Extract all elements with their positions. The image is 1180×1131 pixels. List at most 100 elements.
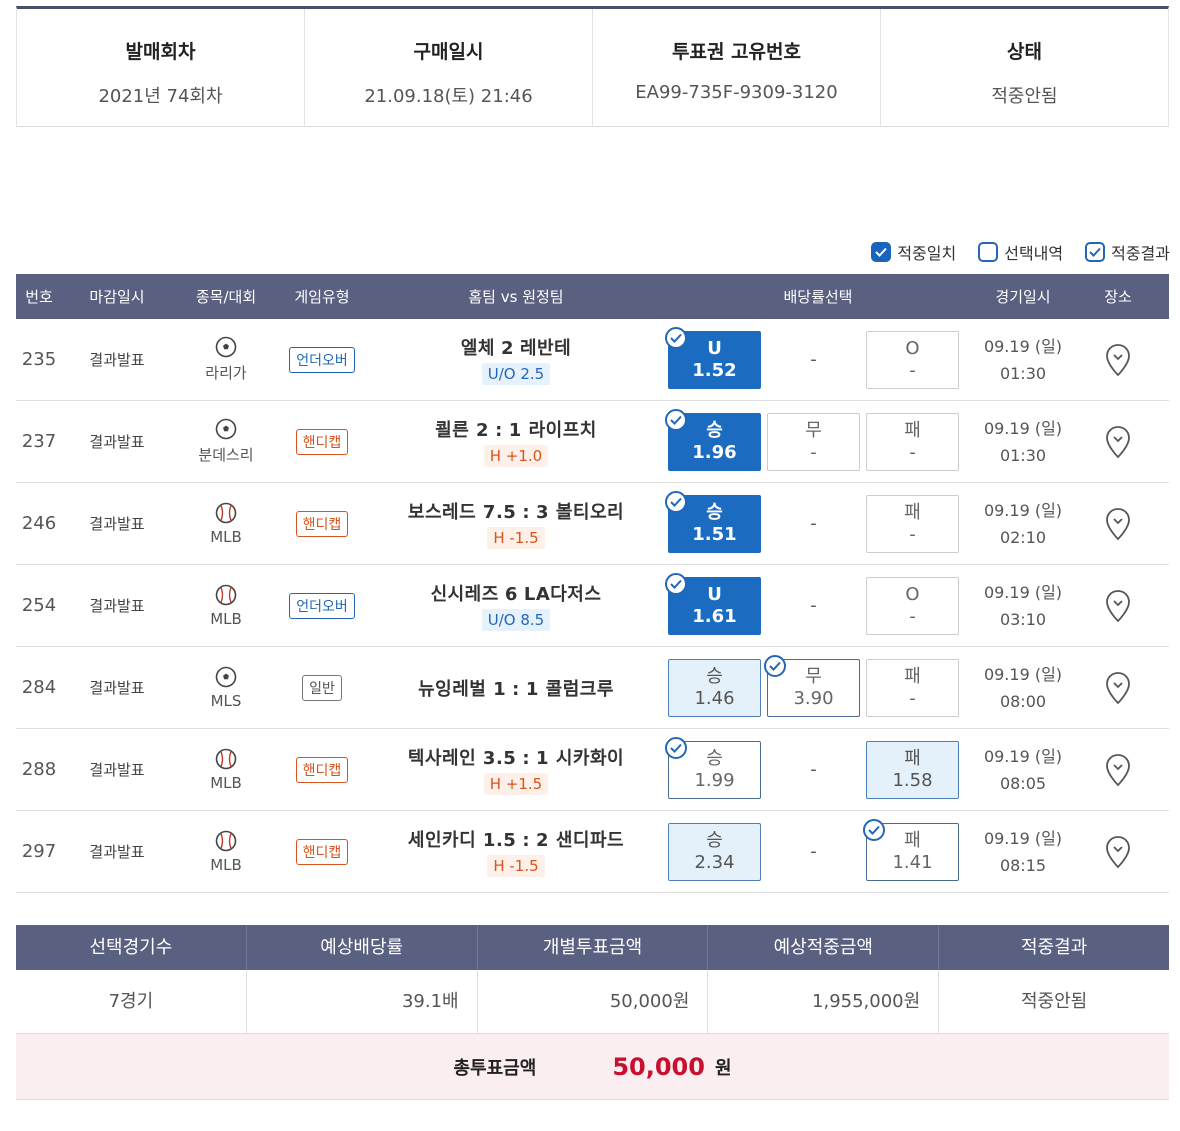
row-type: 일반 (280, 674, 364, 701)
row-sport: MLB (172, 748, 280, 792)
legend-match[interactable]: 적중일치 (871, 240, 956, 264)
row-place[interactable] (1078, 507, 1158, 541)
legend-result-label: 적중결과 (1111, 244, 1170, 263)
legend-selection-label: 선택내역 (1004, 244, 1064, 263)
row-place[interactable] (1078, 753, 1158, 787)
row-place[interactable] (1078, 835, 1158, 869)
match-date: 09.19 (일) (983, 418, 1063, 438)
handicap-value: H +1.0 (483, 445, 549, 467)
odds-value: - (909, 605, 916, 627)
round-label: 발매회차 (125, 41, 196, 63)
score: : (495, 420, 503, 441)
location-pin-icon[interactable] (1078, 753, 1158, 787)
header-individual-amount: 개별투표금액 (478, 925, 709, 970)
row-type: 언더오버 (280, 592, 364, 619)
location-pin-icon[interactable] (1078, 589, 1158, 623)
row-sport: MLB (172, 502, 280, 546)
odds-option-3[interactable]: 패- (866, 494, 959, 553)
odds-option-2[interactable]: 무- (767, 412, 860, 471)
row-match: 쾰른 2:1 라이프치 H +1.0 (364, 416, 668, 467)
row-odds: U 1.52- O - (665, 326, 968, 389)
location-pin-icon[interactable] (1078, 671, 1158, 705)
odds-option-2: - (767, 331, 860, 389)
odds-option-1[interactable]: 승 1.99 (665, 736, 761, 799)
table-row: 235 결과발표 라리가 언더오버 엘체 2 레반테 U/O 2.5 U 1.52- O -09.19… (16, 319, 1169, 401)
row-place[interactable] (1078, 343, 1158, 377)
individual-amount: 50,000원 (478, 970, 709, 1033)
table-row: 246 결과발표 MLB 핸디캡 보스레드 7.5:3 볼티오리 H -1.5 승 1.51 -… (16, 483, 1169, 565)
header-expected-win: 예상적중금액 (708, 925, 940, 970)
row-number: 237 (21, 431, 57, 452)
legend-result[interactable]: 적중결과 (1085, 240, 1170, 264)
odds-option-1[interactable]: 승 2.34 (668, 822, 761, 881)
odds-option-1[interactable]: U 1.52 (665, 326, 761, 389)
bet-summary: 선택경기수 예상배당률 개별투표금액 예상적중금액 적중결과 7경기 39.1배… (16, 925, 1169, 1100)
row-place[interactable] (1078, 425, 1158, 459)
checkbox-empty-icon[interactable] (978, 242, 999, 262)
row-number: 246 (21, 513, 57, 534)
checkbox-checked-icon[interactable] (871, 242, 892, 262)
home-team: 뉴잉레벌 1 (418, 678, 507, 700)
away-team: 1 시카화이 (536, 748, 625, 769)
game-type-badge: 일반 (302, 674, 342, 701)
status-label: 상태 (1007, 41, 1042, 63)
table-header: 번호 마감일시 종목/대회 게임유형 홈팀 vs 원정팀 배당률선택 경기일시 … (16, 274, 1169, 319)
soccer-ball-icon (172, 666, 280, 688)
row-odds: U 1.61- O - (665, 572, 968, 635)
odds-option-1[interactable]: U 1.61 (665, 572, 761, 635)
check-mark-icon (665, 736, 687, 759)
odds-option-2[interactable]: 무 3.90 (764, 654, 860, 717)
odds-option-3[interactable]: 패 1.58 (866, 740, 959, 799)
row-match: 신시레즈 6 LA다저스 U/O 8.5 (364, 580, 668, 631)
handicap-value: H +1.5 (483, 773, 549, 795)
row-odds: 승 1.96 무 - 패 - (665, 408, 968, 471)
odds-label: O (905, 583, 920, 605)
odds-option-3[interactable]: 패 1.41 (863, 818, 959, 881)
location-pin-icon[interactable] (1078, 343, 1158, 377)
row-type: 핸디캡 (280, 756, 364, 783)
checkbox-outline-check-icon[interactable] (1085, 242, 1106, 262)
odds-option-1[interactable]: 승 1.51 (665, 490, 761, 553)
odds-value: 1.61 (692, 605, 737, 627)
odds-option-1[interactable]: 승 1.96 (665, 408, 761, 471)
legend-selection[interactable]: 선택내역 (978, 240, 1063, 264)
row-odds: 승 2.34 - 패 1.41 (668, 818, 968, 881)
away-team: 1 라이프치 (508, 420, 597, 441)
row-date: 09.19 (일) 08:00 (968, 661, 1078, 715)
score: : (522, 748, 531, 769)
teams: 쾰른 2:1 라이프치 (364, 416, 668, 442)
location-pin-icon[interactable] (1078, 425, 1158, 459)
location-pin-icon[interactable] (1078, 835, 1158, 869)
odds-value: 1.41 (892, 851, 933, 873)
handicap-value: U/O 2.5 (481, 363, 551, 385)
row-type: 핸디캡 (280, 428, 364, 455)
odds-option-2: - (767, 577, 860, 635)
round-value: 2021년 74회차 (98, 86, 223, 107)
teams: 신시레즈 6 LA다저스 (364, 580, 668, 606)
row-league: MLS (210, 691, 242, 710)
summary-purchase: 구매일시 21.09.18(토) 21:46 (305, 9, 593, 126)
row-place[interactable] (1078, 671, 1158, 705)
odds-dash: - (810, 512, 817, 534)
odds-option-3[interactable]: O- (866, 576, 959, 635)
row-type: 언더오버 (280, 346, 364, 373)
odds-option-3[interactable]: 패- (866, 658, 959, 717)
odds-value: 1.51 (692, 523, 737, 545)
odds-option-1[interactable]: 승 1.46 (668, 658, 761, 717)
row-league: MLB (210, 773, 242, 792)
match-time: 01:30 (999, 363, 1047, 383)
location-pin-icon[interactable] (1078, 507, 1158, 541)
teams: 뉴잉레벌 1:1 콜럼크루 (364, 675, 668, 701)
odds-label: 패 (904, 501, 921, 523)
odds-label: 패 (904, 419, 921, 441)
row-place[interactable] (1078, 589, 1158, 623)
odds-option-3[interactable]: 패- (866, 412, 959, 471)
row-number: 297 (21, 841, 57, 862)
total-unit: 원 (714, 1057, 732, 1079)
header-place: 장소 (1104, 288, 1132, 306)
odds-option-3[interactable]: O- (866, 330, 959, 389)
row-date: 09.19 (일) 08:15 (968, 825, 1078, 879)
row-match: 세인카디 1.5:2 샌디파드 H -1.5 (364, 826, 668, 877)
row-sport: MLS (172, 666, 280, 710)
row-league: MLB (210, 609, 242, 628)
